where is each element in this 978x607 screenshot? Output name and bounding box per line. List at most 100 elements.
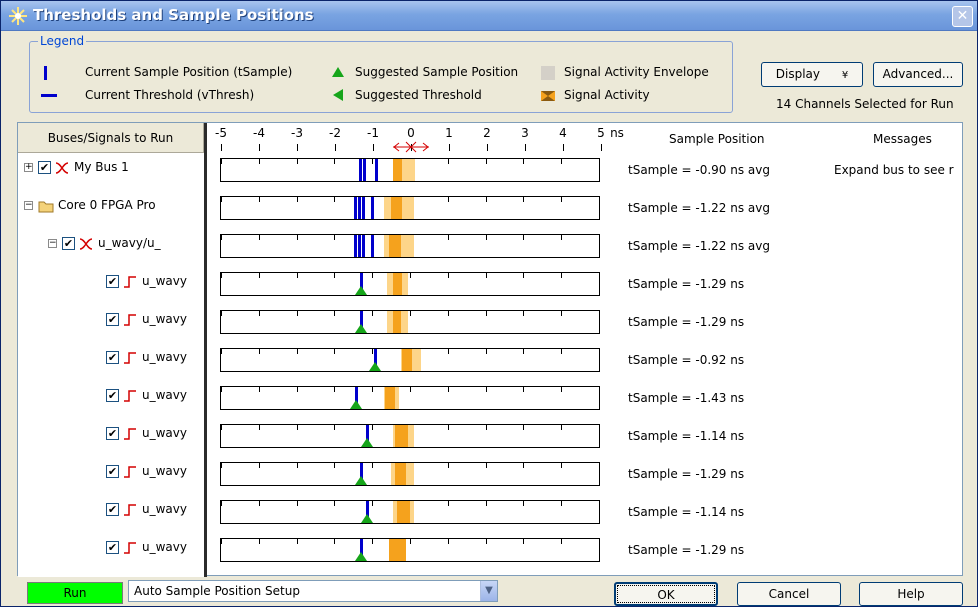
tsample-value: tSample = -1.14 ns: [628, 505, 745, 519]
track-tick: [221, 463, 222, 468]
sample-position-marker[interactable]: [359, 159, 363, 181]
suggested-sample-marker: [355, 324, 368, 333]
bus-icon: [79, 238, 93, 250]
sample-position-marker[interactable]: [361, 235, 365, 257]
tree-row[interactable]: ✔ u_wavy: [18, 500, 204, 520]
signal-track[interactable]: [220, 386, 600, 410]
tree-row[interactable]: ✔ u_wavy: [18, 424, 204, 444]
expand-icon[interactable]: +: [24, 163, 33, 172]
signal-checkbox[interactable]: ✔: [106, 503, 119, 516]
panel-splitter[interactable]: [204, 123, 207, 577]
signal-checkbox[interactable]: ✔: [106, 541, 119, 554]
sample-position-marker[interactable]: [354, 197, 358, 219]
track-tick: [221, 273, 222, 278]
cancel-button[interactable]: Cancel: [737, 582, 841, 606]
selected-channels-count: 14 Channels Selected for Run: [776, 97, 954, 111]
collapse-icon[interactable]: −: [48, 239, 57, 248]
track-tick: [599, 197, 600, 202]
scale-tick: [221, 144, 222, 151]
scale-drag-handle-icon[interactable]: [391, 141, 431, 153]
help-button[interactable]: Help: [859, 582, 963, 606]
signal-checkbox[interactable]: ✔: [106, 351, 119, 364]
tree-row[interactable]: ✔ u_wavy: [18, 386, 204, 406]
tree-row[interactable]: ✔ u_wavy: [18, 272, 204, 292]
tree-row[interactable]: − ✔ u_wavy/u_: [18, 234, 204, 254]
signal-checkbox[interactable]: ✔: [38, 161, 51, 174]
scale-unit: ns: [610, 126, 624, 140]
track-tick: [410, 273, 411, 278]
track-tick: [221, 235, 222, 240]
signal-checkbox[interactable]: ✔: [62, 237, 75, 250]
tree-row-label: My Bus 1: [74, 160, 129, 174]
chevron-down-icon: ¥: [841, 70, 849, 81]
track-tick: [523, 463, 524, 468]
tree-row[interactable]: + ✔ My Bus 1: [18, 158, 204, 178]
sample-position-marker[interactable]: [361, 197, 365, 219]
sample-position-marker[interactable]: [371, 235, 375, 257]
chevron-down-icon[interactable]: ▼: [480, 581, 497, 601]
collapse-icon[interactable]: −: [24, 201, 33, 210]
signal-track[interactable]: [220, 424, 600, 448]
tree-row[interactable]: ✔ u_wavy: [18, 538, 204, 558]
track-tick: [448, 539, 449, 544]
track-tick: [297, 425, 298, 430]
sample-position-marker[interactable]: [357, 235, 361, 257]
buses-signals-header: Buses/Signals to Run: [18, 123, 204, 153]
folder-icon: [38, 201, 54, 213]
signal-checkbox[interactable]: ✔: [106, 427, 119, 440]
ok-button[interactable]: OK: [614, 582, 718, 606]
tree-row[interactable]: − Core 0 FPGA Pro: [18, 196, 204, 216]
close-icon: ✕: [956, 8, 969, 24]
scale-tick-label: 4: [559, 126, 567, 140]
track-tick: [259, 311, 260, 316]
track-tick: [334, 387, 335, 392]
signal-track[interactable]: [220, 500, 600, 524]
track-tick: [561, 311, 562, 316]
track-tick: [599, 501, 600, 506]
scale-tick: [525, 144, 526, 151]
track-tick: [334, 273, 335, 278]
tsample-value: tSample = -1.43 ns: [628, 391, 745, 405]
run-button[interactable]: Run: [27, 582, 123, 604]
signal-checkbox[interactable]: ✔: [106, 465, 119, 478]
advanced-button[interactable]: Advanced...: [873, 62, 963, 87]
signal-icon: [124, 352, 136, 364]
tree-row[interactable]: ✔ u_wavy: [18, 462, 204, 482]
track-tick: [599, 159, 600, 164]
footer-bar: Run Auto Sample Position Setup ▼ OK Canc…: [1, 577, 977, 607]
track-tick: [448, 349, 449, 354]
sample-position-marker[interactable]: [374, 159, 378, 181]
tsample-value: tSample = -1.29 ns: [628, 467, 745, 481]
close-button[interactable]: ✕: [952, 6, 973, 27]
track-tick: [221, 349, 222, 354]
tree-row[interactable]: ✔ u_wavy: [18, 348, 204, 368]
sample-position-marker[interactable]: [362, 159, 366, 181]
signal-track[interactable]: [220, 272, 600, 296]
tree-row[interactable]: ✔ u_wavy: [18, 310, 204, 330]
signal-track[interactable]: [220, 196, 600, 220]
signal-track[interactable]: [220, 348, 600, 372]
signal-track[interactable]: [220, 158, 600, 182]
signal-track[interactable]: [220, 538, 600, 562]
setup-mode-select[interactable]: Auto Sample Position Setup ▼: [128, 580, 498, 602]
track-tick: [259, 273, 260, 278]
track-tick: [561, 463, 562, 468]
sample-position-marker[interactable]: [371, 197, 375, 219]
scale-tick: [487, 144, 488, 151]
signal-icon: [124, 504, 136, 516]
signal-checkbox[interactable]: ✔: [106, 313, 119, 326]
signal-checkbox[interactable]: ✔: [106, 275, 119, 288]
signal-checkbox[interactable]: ✔: [106, 389, 119, 402]
display-dropdown-button[interactable]: Display ¥: [761, 62, 863, 87]
signal-track[interactable]: [220, 310, 600, 334]
sample-position-marker[interactable]: [354, 235, 358, 257]
bus-icon: [55, 162, 69, 174]
track-tick: [297, 539, 298, 544]
sample-position-marker[interactable]: [357, 197, 361, 219]
track-tick: [486, 197, 487, 202]
signal-track[interactable]: [220, 234, 600, 258]
signal-track[interactable]: [220, 462, 600, 486]
track-tick: [523, 425, 524, 430]
track-tick: [221, 501, 222, 506]
sample-position-bar-icon: [44, 66, 47, 80]
